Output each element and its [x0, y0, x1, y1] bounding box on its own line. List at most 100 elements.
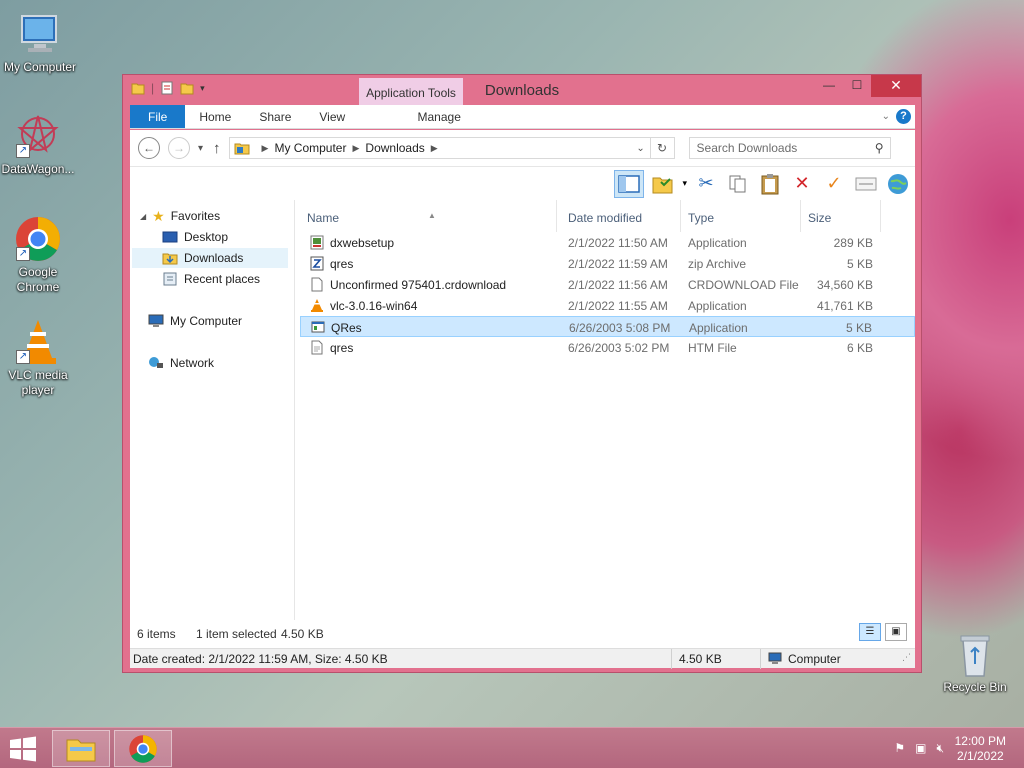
breadcrumb-downloads[interactable]: Downloads [365, 141, 424, 155]
nav-recent-places[interactable]: Recent places [162, 269, 260, 289]
file-date: 2/1/2022 11:59 AM [568, 257, 668, 271]
table-row[interactable]: qres 6/26/2003 5:02 PM HTM File 6 KB [300, 337, 915, 358]
breadcrumb-separator-icon[interactable]: ▶ [431, 143, 438, 154]
taskbar-chrome[interactable] [114, 730, 172, 767]
desktop-icon-vlc[interactable]: ↗ VLC media player [0, 318, 78, 398]
clock[interactable]: 12:00 PM 2/1/2022 [955, 734, 1006, 764]
recent-locations-icon[interactable]: ▾ [198, 143, 203, 154]
help-icon[interactable]: ? [896, 109, 911, 124]
file-type: Application [688, 299, 747, 313]
search-box[interactable]: Search Downloads ⚲ [688, 137, 891, 159]
column-type[interactable]: Type [688, 211, 714, 225]
resize-grip-icon[interactable]: ⋰ [902, 652, 911, 663]
explorer-window[interactable]: | ▾ Application Tools Downloads — ☐ ✕ Fi… [122, 74, 922, 673]
globe-icon[interactable] [885, 171, 911, 197]
table-row[interactable]: Unconfirmed 975401.crdownload 2/1/2022 1… [300, 274, 915, 295]
file-type: zip Archive [688, 257, 747, 271]
start-button[interactable] [8, 736, 40, 762]
preview-pane-icon[interactable] [614, 169, 645, 198]
properties-icon[interactable] [853, 171, 879, 197]
desktop-icon-recycle-bin[interactable]: Recycle Bin [935, 630, 1015, 695]
delete-icon[interactable]: ✕ [789, 171, 815, 197]
taskbar-explorer[interactable] [52, 730, 110, 767]
nav-label: My Computer [170, 314, 243, 328]
breadcrumb-separator-icon[interactable]: ▶ [262, 143, 269, 154]
nav-label: Favorites [170, 209, 221, 223]
address-dropdown-icon[interactable]: ⌄ [632, 143, 650, 154]
large-icons-view-icon[interactable]: ▣ [885, 623, 907, 641]
forward-button[interactable]: → [168, 137, 190, 159]
navigation-pane: ◢ ★ Favorites Desktop Downloads Recent p… [130, 200, 290, 620]
refresh-button[interactable]: ↻ [650, 137, 675, 159]
minimize-button[interactable]: — [815, 75, 843, 97]
file-name: dxwebsetup [330, 236, 395, 250]
table-row[interactable]: vlc-3.0.16-win64 2/1/2022 11:55 AM Appli… [300, 295, 915, 316]
sort-ascending-icon: ▲ [428, 211, 436, 220]
options-dropdown-icon[interactable]: ▾ [682, 178, 687, 189]
file-size: 5 KB [845, 321, 872, 335]
nav-favorites[interactable]: ◢ ★ Favorites [140, 206, 220, 226]
pane-splitter[interactable] [294, 200, 295, 620]
nav-label: Downloads [184, 251, 244, 265]
title-bar[interactable]: | ▾ Application Tools Downloads — ☐ ✕ [123, 75, 921, 105]
nav-desktop[interactable]: Desktop [162, 227, 228, 247]
desktop-icon-datawagon[interactable]: ↗ DataWagon... [0, 112, 78, 177]
copy-icon[interactable] [725, 171, 751, 197]
table-row[interactable]: dxwebsetup 2/1/2022 11:50 AM Application… [300, 232, 915, 253]
back-button[interactable]: ← [138, 137, 160, 159]
desktop-icon-chrome[interactable]: ↗ Google Chrome [0, 215, 78, 295]
table-row-selected[interactable]: QRes 6/26/2003 5:08 PM Application 5 KB [300, 316, 915, 337]
breadcrumb-separator-icon[interactable]: ▶ [352, 143, 359, 154]
column-header: ▲ Name Date modified Type Size [300, 200, 915, 232]
tab-share[interactable]: Share [245, 105, 305, 128]
window-title: Downloads [484, 82, 560, 99]
folder-options-icon[interactable] [650, 171, 676, 197]
address-bar[interactable]: ▶ My Computer ▶ Downloads ▶ ⌄ [228, 137, 651, 159]
search-input[interactable]: Search Downloads [697, 141, 798, 155]
table-row[interactable]: qres 2/1/2022 11:59 AM zip Archive 5 KB [300, 253, 915, 274]
nav-downloads[interactable]: Downloads [132, 248, 288, 268]
column-size[interactable]: Size [808, 211, 831, 225]
volume-muted-icon[interactable]: 🔇︎ [936, 741, 944, 756]
close-button[interactable]: ✕ [871, 75, 921, 97]
expand-icon[interactable]: ◢ [140, 212, 146, 221]
maximize-button[interactable]: ☐ [843, 75, 871, 97]
tab-view[interactable]: View [305, 105, 359, 128]
tab-manage[interactable]: Manage [387, 105, 492, 128]
item-count: 6 items [137, 627, 176, 641]
column-name[interactable]: Name [307, 211, 339, 225]
up-button[interactable]: ↑ [213, 140, 221, 157]
tab-file[interactable]: File [130, 105, 186, 128]
breadcrumb-my-computer[interactable]: My Computer [274, 141, 346, 155]
column-date-modified[interactable]: Date modified [568, 211, 642, 225]
details-view-icon[interactable]: ☰ [859, 623, 881, 641]
expand-ribbon-icon[interactable]: ⌄ [882, 111, 890, 122]
desktop-icon [162, 231, 178, 243]
rename-check-icon[interactable]: ✓ [821, 171, 847, 197]
content-area: ◢ ★ Favorites Desktop Downloads Recent p… [130, 200, 915, 648]
paste-icon[interactable] [757, 171, 783, 197]
nav-network[interactable]: Network [148, 353, 214, 373]
recycle-bin-icon [951, 630, 999, 678]
file-size: 289 KB [833, 236, 873, 250]
status-location: Computer [788, 652, 841, 666]
cut-icon[interactable]: ✂ [693, 171, 719, 197]
file-type: Application [688, 236, 747, 250]
tab-home[interactable]: Home [185, 105, 245, 128]
desktop-icon-label: Google Chrome [16, 265, 60, 294]
network-status-icon[interactable]: ▣ [915, 741, 926, 756]
action-center-flag-icon[interactable]: ⚑ [894, 741, 905, 756]
desktop-icon-my-computer[interactable]: My Computer [0, 10, 80, 75]
desktop-icon-label: My Computer [3, 60, 77, 74]
file-size: 41,761 KB [816, 299, 873, 313]
folder-icon [234, 143, 250, 155]
nav-my-computer[interactable]: My Computer [148, 311, 242, 331]
file-icon [311, 277, 323, 292]
computer-icon [768, 652, 782, 667]
desktop-icon-label: VLC media player [8, 368, 68, 397]
desktop-icon-label: DataWagon... [1, 162, 75, 176]
desktop-icon-label: Recycle Bin [943, 680, 1007, 694]
file-date: 2/1/2022 11:56 AM [568, 278, 668, 292]
system-tray: ⚑ ▣ 🔇︎ [894, 741, 944, 756]
navigation-bar: ← → ▾ ↑ ▶ My Computer ▶ Downloads ▶ ⌄ ↻ … [130, 130, 915, 166]
